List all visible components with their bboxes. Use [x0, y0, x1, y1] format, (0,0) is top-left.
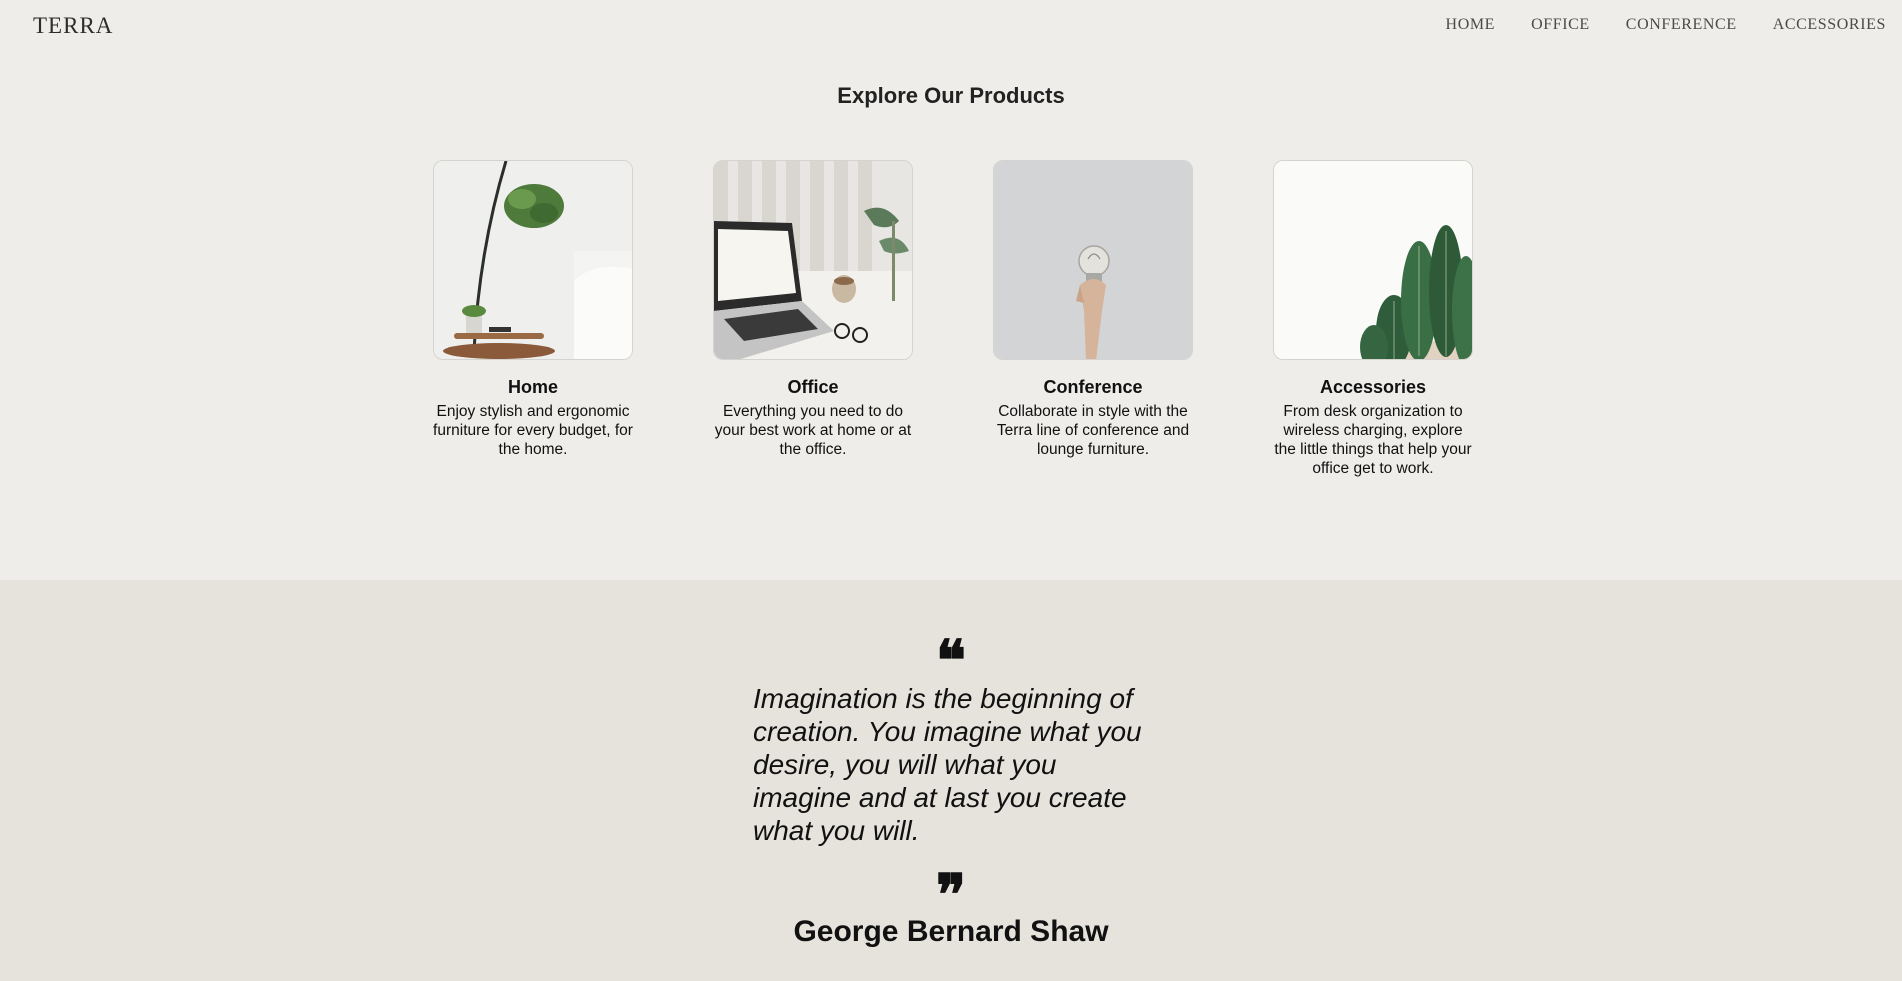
- product-card-home[interactable]: Home Enjoy stylish and ergonomic furnitu…: [433, 160, 633, 478]
- quote-section: ❝ Imagination is the beginning of creati…: [0, 580, 1902, 981]
- card-description: Enjoy stylish and ergonomic furniture fo…: [433, 403, 633, 458]
- product-card-conference[interactable]: Conference Collaborate in style with the…: [993, 160, 1193, 478]
- top-navigation-bar: TERRA HOME OFFICE CONFERENCE ACCESSORIES: [0, 0, 1902, 52]
- nav-link-conference[interactable]: CONFERENCE: [1626, 16, 1737, 34]
- card-title: Home: [507, 377, 558, 397]
- products-section: Explore Our Products Home Enjoy stylish …: [0, 52, 1902, 580]
- card-title: Accessories: [1319, 377, 1427, 397]
- accessories-product-image[interactable]: [1273, 160, 1473, 360]
- section-title: Explore Our Products: [837, 83, 1065, 108]
- laptop-on-desk-photo: [714, 161, 912, 359]
- product-card-office[interactable]: Office Everything you need to do your be…: [713, 160, 913, 478]
- card-description: Collaborate in style with the Terra line…: [996, 403, 1190, 458]
- product-cards: Home Enjoy stylish and ergonomic furnitu…: [433, 160, 1473, 478]
- home-product-image[interactable]: [433, 160, 633, 360]
- nav-link-accessories[interactable]: ACCESSORIES: [1773, 16, 1886, 34]
- card-description: Everything you need to do your best work…: [714, 403, 912, 458]
- nav-link-office[interactable]: OFFICE: [1531, 16, 1590, 34]
- card-title: Conference: [1043, 377, 1143, 397]
- cactus-photo: [1274, 161, 1472, 359]
- quote-author: George Bernard Shaw: [793, 915, 1109, 948]
- close-quote-icon: ❞: [935, 867, 967, 901]
- plant-and-side-table-photo: [434, 161, 632, 359]
- open-quote-icon: ❝: [935, 633, 967, 667]
- product-card-accessories[interactable]: Accessories From desk organization to wi…: [1273, 160, 1473, 478]
- quote-text: Imagination is the beginning of creation…: [753, 683, 1142, 846]
- terra-logo[interactable]: TERRA: [33, 13, 113, 39]
- hand-holding-bulb-photo: [994, 161, 1192, 359]
- main-nav: HOME OFFICE CONFERENCE ACCESSORIES: [1446, 16, 1886, 34]
- nav-link-home[interactable]: HOME: [1446, 16, 1496, 34]
- card-description: From desk organization to wireless charg…: [1274, 403, 1472, 477]
- office-product-image[interactable]: [713, 160, 913, 360]
- card-title: Office: [787, 377, 839, 397]
- conference-product-image[interactable]: [993, 160, 1193, 360]
